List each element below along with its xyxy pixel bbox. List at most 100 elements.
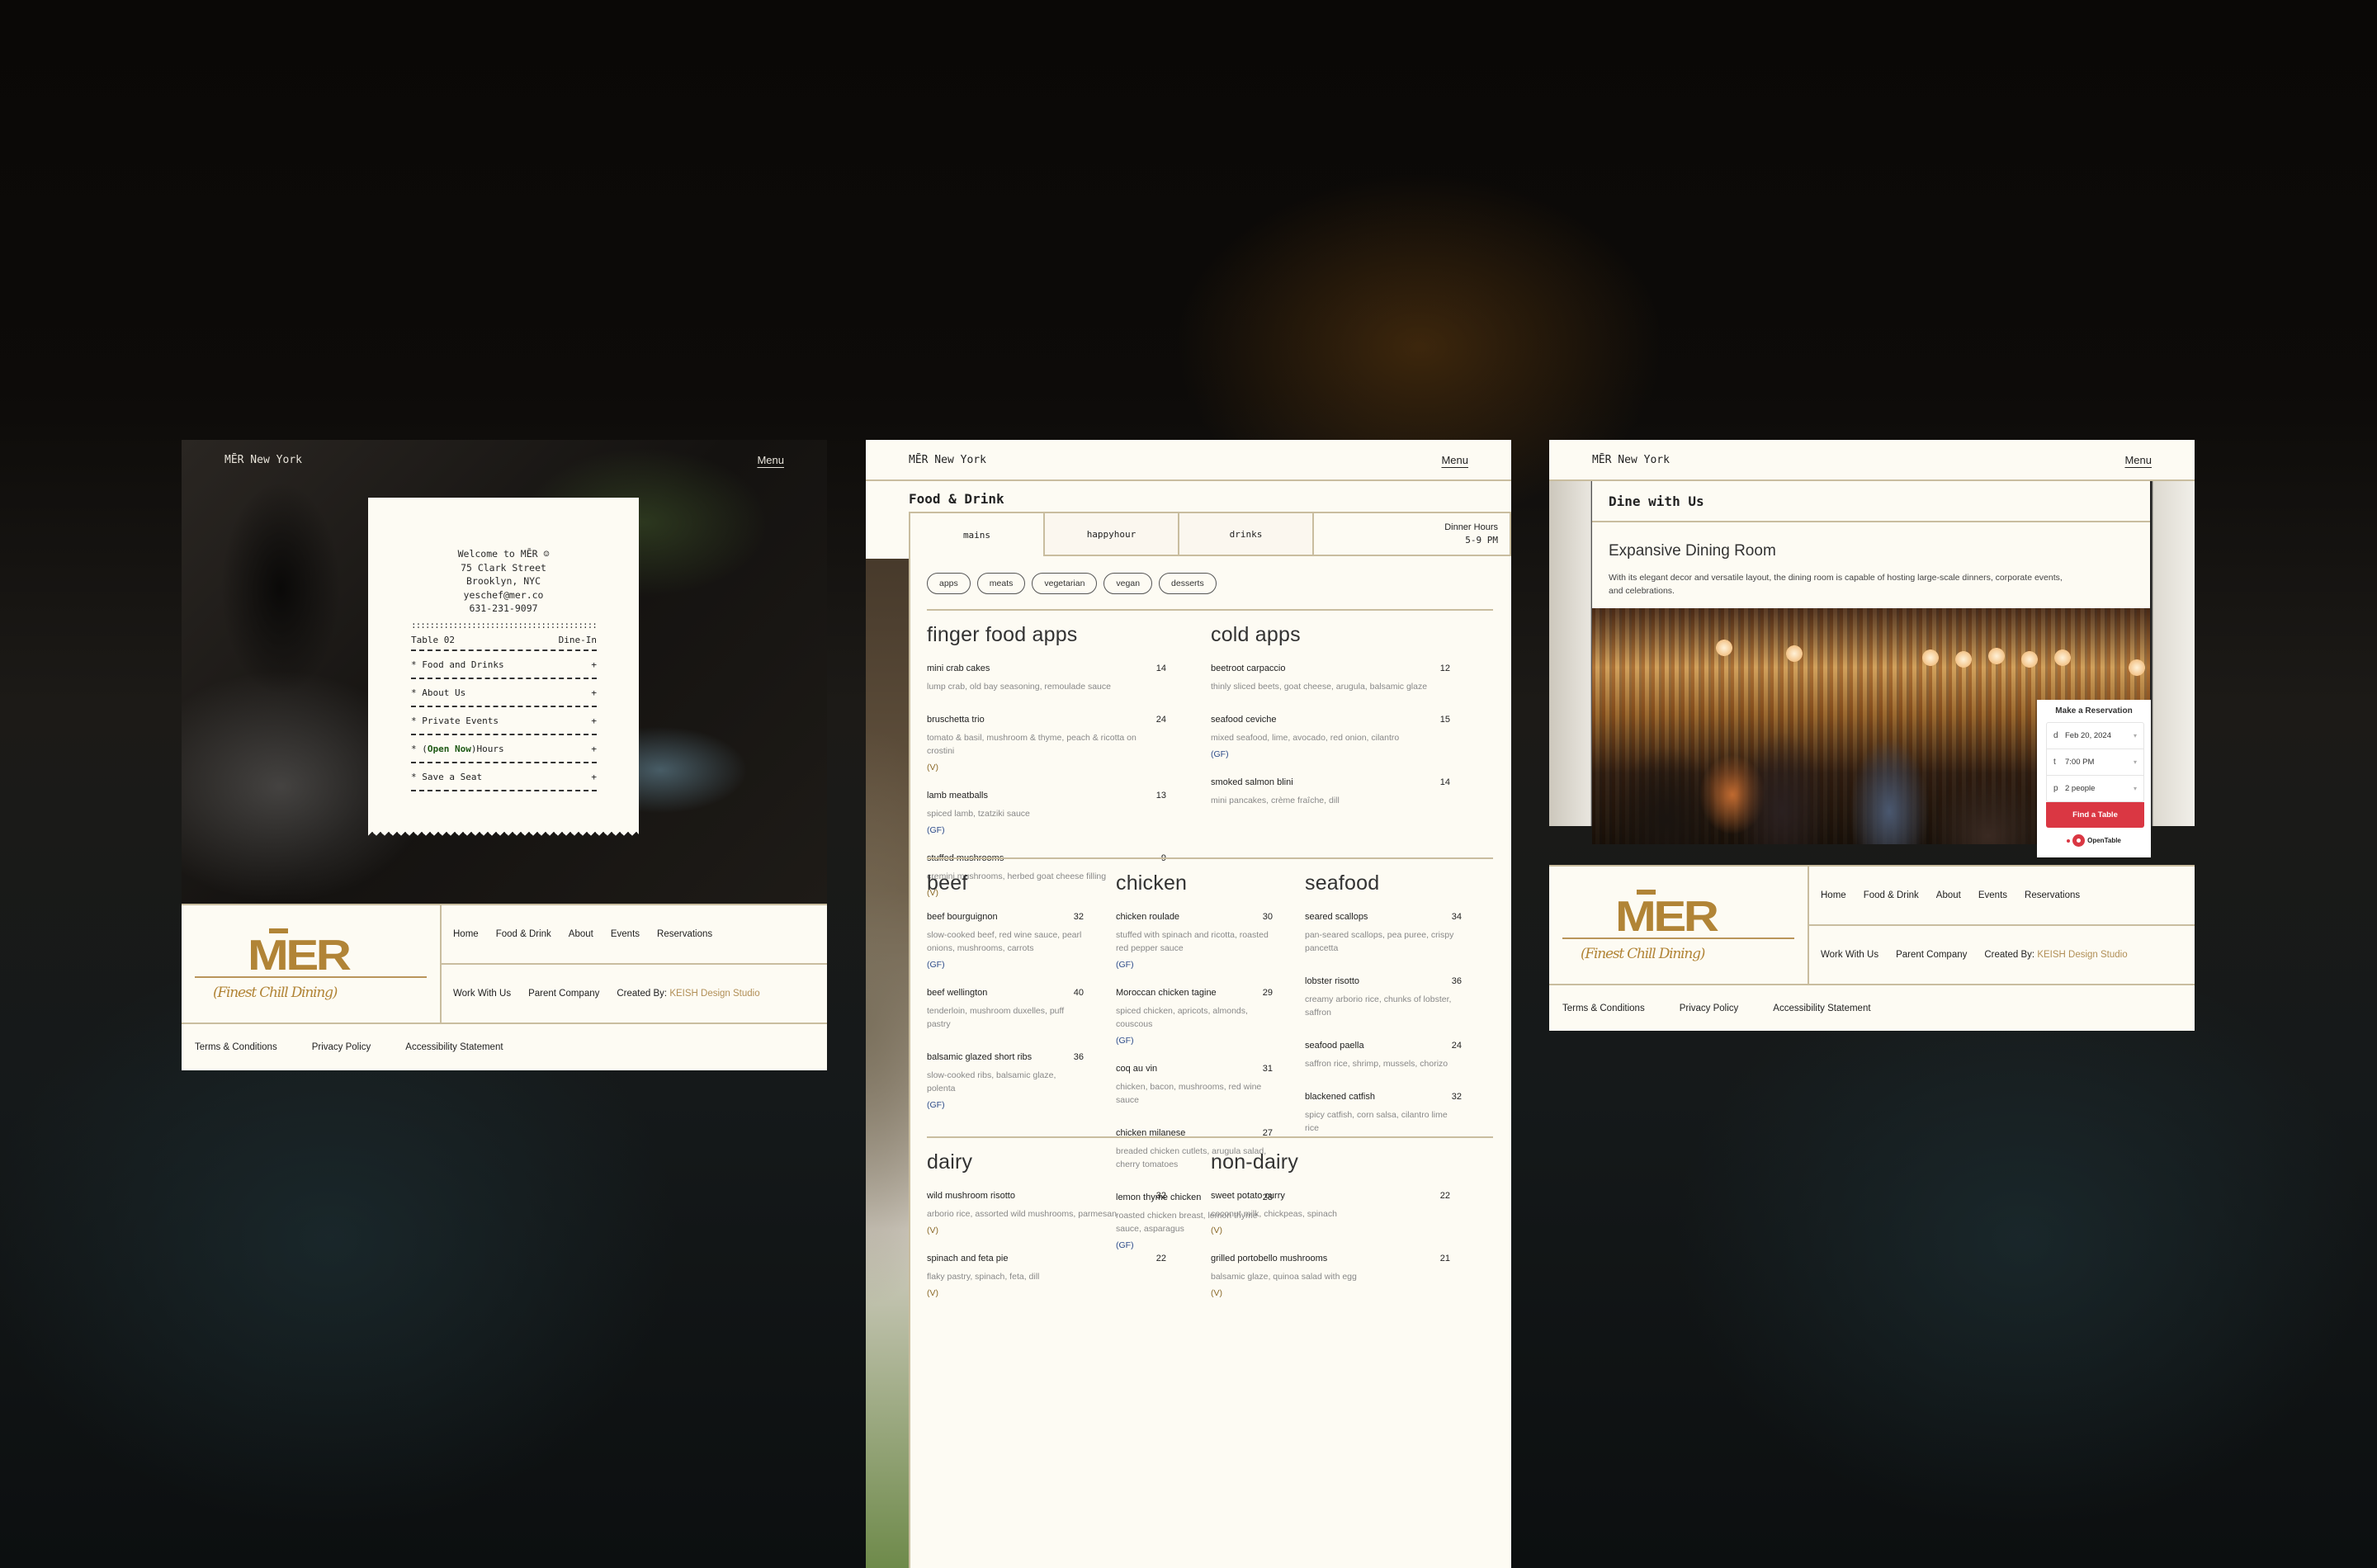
menu-button[interactable]: Menu: [1441, 454, 1468, 466]
menu-category-beef: beef beef bourguignon 32 slow-cooked bee…: [927, 871, 1084, 1128]
item-header: coq au vin 31: [1116, 1064, 1273, 1074]
tab-happyhour[interactable]: happyhour: [1045, 513, 1179, 556]
email-link[interactable]: yeschef@mer.co: [368, 588, 639, 602]
dine-title-card: Dine with Us: [1592, 479, 2150, 522]
tab-mains[interactable]: mains: [910, 513, 1045, 556]
find-table-button[interactable]: Find a Table: [2046, 802, 2144, 828]
logo-wordmark: MER: [1615, 893, 1719, 941]
item-price: 14: [1155, 664, 1166, 673]
menu-category-non-dairy: non-dairy sweet potato curry 22 coconut …: [1211, 1150, 1450, 1316]
footer-link-food-drink[interactable]: Food & Drink: [496, 929, 551, 939]
item-description: coconut milk, chickpeas, spinach: [1211, 1209, 1337, 1219]
footer-link-terms[interactable]: Terms & Conditions: [1562, 1004, 1645, 1013]
footer-link-home[interactable]: Home: [1821, 890, 1846, 900]
footer-created-by[interactable]: Created By: KEISH Design Studio: [1984, 950, 2127, 960]
item-header: balsamic glazed short ribs 36: [927, 1052, 1084, 1062]
footer-link-work-with-us[interactable]: Work With Us: [1821, 950, 1878, 960]
tab-drinks[interactable]: drinks: [1179, 513, 1314, 556]
item-header: bruschetta trio 24: [927, 715, 1166, 725]
item-description: saffron rice, shrimp, mussels, chorizo: [1305, 1059, 1448, 1069]
filter-meats[interactable]: meats: [976, 573, 1026, 594]
receipt-item-about-us[interactable]: * About Us +: [411, 679, 597, 706]
bullet-icon: *: [411, 687, 417, 698]
item-price: 36: [1451, 976, 1462, 986]
filter-vegetarian[interactable]: vegetarian: [1032, 573, 1098, 594]
opentable-ring-icon: [2072, 834, 2086, 847]
receipt-item-food-and-drinks[interactable]: * Food and Drinks +: [411, 651, 597, 678]
receipt-item-save-a-seat[interactable]: * Save a Seat +: [411, 763, 597, 790]
home-page-panel: MĒR New York Menu Welcome to MĒR ☺ 75 Cl…: [182, 440, 827, 1070]
footer-link-parent-company[interactable]: Parent Company: [1896, 950, 1967, 960]
footer-link-terms[interactable]: Terms & Conditions: [195, 1042, 277, 1052]
menu-item: chicken roulade 30 stuffed with spinach …: [1116, 912, 1273, 970]
phone-link[interactable]: 631-231-9097: [368, 602, 639, 616]
item-description: lump crab, old bay seasoning, remoulade …: [927, 682, 1111, 692]
created-by-link[interactable]: KEISH Design Studio: [669, 989, 759, 999]
reservation-title: Make a Reservation: [2055, 706, 2133, 716]
item-header: beef bourguignon 32: [927, 912, 1084, 922]
menu-button[interactable]: Menu: [2124, 454, 2152, 466]
category-title: chicken: [1116, 871, 1188, 895]
menu-sheet: mains happyhour drinks Dinner Hours 5-9 P…: [909, 512, 1511, 1568]
receipt-item-private-events[interactable]: * Private Events +: [411, 707, 597, 734]
open-now-badge: Open Now: [427, 743, 471, 754]
footer-link-events[interactable]: Events: [611, 929, 640, 939]
footer-link-about[interactable]: About: [569, 929, 593, 939]
menu-item: coq au vin 31 chicken, bacon, mushrooms,…: [1116, 1064, 1273, 1107]
section-divider: [927, 857, 1493, 859]
brand-link[interactable]: MĒR New York: [1592, 454, 1670, 466]
opentable-logo[interactable]: OpenTable: [2037, 834, 2151, 847]
footer-link-privacy[interactable]: Privacy Policy: [1680, 1004, 1739, 1013]
footer-link-reservations[interactable]: Reservations: [657, 929, 712, 939]
brand-link[interactable]: MĒR New York: [224, 454, 302, 466]
item-label: Save a Seat: [422, 771, 483, 782]
menu-item: lobster risotto 36 creamy arborio rice, …: [1305, 976, 1462, 1019]
room-description: With its elegant decor and versatile lay…: [1609, 573, 2063, 596]
item-description: spiced chicken, apricots, almonds, cousc…: [1116, 1006, 1248, 1029]
footer-link-about[interactable]: About: [1936, 890, 1961, 900]
menu-item: mini crab cakes 14 lump crab, old bay se…: [927, 664, 1166, 693]
item-header: beef wellington 40: [927, 988, 1084, 998]
menu-button[interactable]: Menu: [757, 454, 784, 466]
footer-logo[interactable]: MER (Finest Chill Dining): [1549, 867, 1809, 984]
footer-link-accessibility[interactable]: Accessibility Statement: [1773, 1004, 1870, 1013]
bullet-icon: *: [411, 659, 417, 670]
footer-link-privacy[interactable]: Privacy Policy: [312, 1042, 371, 1052]
filter-apps[interactable]: apps: [927, 573, 971, 594]
item-name: blackened catfish: [1305, 1092, 1375, 1102]
logo-rule: [1562, 937, 1794, 939]
gluten-free-tag: (GF): [1116, 960, 1134, 970]
footer-link-home[interactable]: Home: [453, 929, 479, 939]
item-price: 31: [1262, 1064, 1273, 1074]
hours-label: Dinner Hours: [1444, 522, 1498, 532]
created-by-link[interactable]: KEISH Design Studio: [2037, 950, 2127, 960]
provider-name: OpenTable: [2087, 837, 2121, 844]
filter-desserts[interactable]: desserts: [1159, 573, 1217, 594]
item-name: beetroot carpaccio: [1211, 664, 1286, 673]
item-price: 32: [1073, 912, 1084, 922]
footer-logo[interactable]: MER (Finest Chill Dining): [182, 905, 442, 1023]
footer-link-events[interactable]: Events: [1978, 890, 2007, 900]
party-size-select[interactable]: p 2 people ▾: [2047, 776, 2143, 801]
item-price: 15: [1439, 715, 1450, 725]
brand-link[interactable]: MĒR New York: [909, 454, 986, 466]
category-title: finger food apps: [927, 623, 1078, 646]
date-icon: d: [2053, 731, 2058, 740]
footer-link-reservations[interactable]: Reservations: [2025, 890, 2080, 900]
logo-tagline: (Finest Chill Dining): [1581, 946, 1705, 962]
item-name: beef bourguignon: [927, 912, 998, 922]
item-label: Food and Drinks: [422, 659, 504, 670]
footer-created-by[interactable]: Created By: KEISH Design Studio: [617, 989, 759, 999]
menu-item: smoked salmon blini 14 mini pancakes, cr…: [1211, 777, 1450, 807]
footer-link-food-drink[interactable]: Food & Drink: [1864, 890, 1919, 900]
receipt-item-hours[interactable]: * (Open Now)Hours +: [411, 735, 597, 762]
filter-vegan[interactable]: vegan: [1103, 573, 1153, 594]
date-select[interactable]: d Feb 20, 2024 ▾: [2047, 723, 2143, 749]
time-select[interactable]: t 7:00 PM ▾: [2047, 749, 2143, 776]
footer-link-accessibility[interactable]: Accessibility Statement: [405, 1042, 503, 1052]
item-name: seafood paella: [1305, 1041, 1364, 1051]
footer-link-parent-company[interactable]: Parent Company: [528, 989, 599, 999]
item-description: spiced lamb, tzatziki sauce: [927, 809, 1030, 819]
menu-item: seafood ceviche 15 mixed seafood, lime, …: [1211, 715, 1450, 759]
footer-link-work-with-us[interactable]: Work With Us: [453, 989, 511, 999]
